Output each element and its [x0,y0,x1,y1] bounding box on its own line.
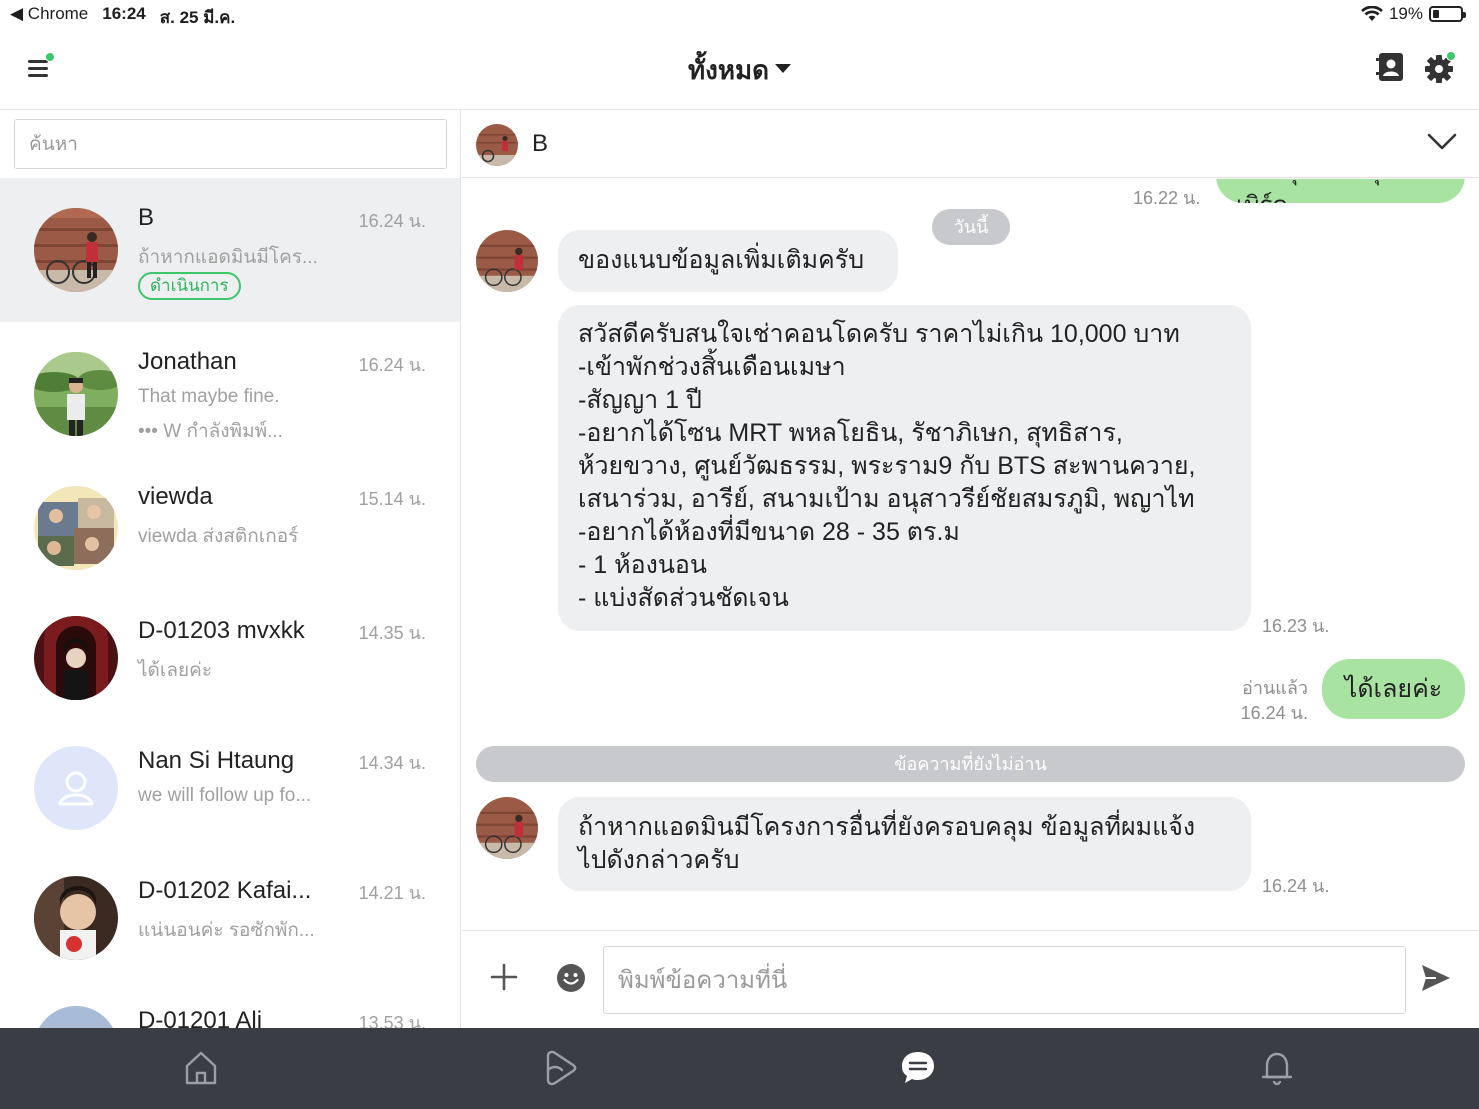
chat-time: 15.14 น. [358,489,426,509]
message-line: -อยากได้ห้องที่มีขนาด 28 - 35 ตร.ม [578,518,960,546]
search-placeholder: ค้นหา [29,134,78,155]
date-separator: วันนี้ [932,209,1010,245]
chat-contact-name: B [532,130,549,157]
chat-preview: That maybe fine. [138,386,280,407]
sender-avatar[interactable] [476,797,538,859]
chat-name: Jonathan [138,348,237,375]
wifi-icon [1360,6,1383,21]
chat-preview: we will follow up fo... [138,785,312,806]
message-line: -อยากได้โซน MRT พหลโยธิน, รัชาภิเษก, สุท… [578,419,1123,447]
message-input[interactable]: พิมพ์ข้อความที่นี่ [603,946,1406,1014]
status-date: ส. 25 มี.ค. [159,8,236,27]
chat-name: viewda [138,483,213,510]
filter-dropdown[interactable]: ทั้งหมด [0,50,1479,91]
chat-preview: viewda ส่งสติกเกอร์ [138,526,299,547]
send-icon[interactable] [1420,963,1452,993]
message-bubble-incoming[interactable]: ของแนบข้อมูลเพิ่มเติมครับ [558,230,898,292]
message-bubble-outgoing[interactable]: ขอบคุณครับคุณเบิร์ด [1216,179,1465,203]
contacts-icon[interactable] [1376,52,1404,82]
search-input[interactable]: ค้นหา [14,119,447,169]
caret-down-icon [775,63,791,73]
chat-time: 16.24 น. [358,355,426,375]
chat-list-item-d01201[interactable]: D-01201 Ali 13.53 น. [0,986,460,1028]
avatar [34,208,118,292]
chat-name: B [138,204,155,231]
chat-pane: B ขอบคุณครับคุณเบิร์ด 16.22 น. วันนี้ [462,110,1479,1028]
avatar [34,352,118,436]
sender-avatar[interactable] [476,230,538,292]
message-line: - 1 ห้องนอน [578,551,708,579]
message-time: 16.23 น. [1262,616,1330,636]
avatar [34,876,118,960]
app-header: ทั้งหมด [0,30,1479,110]
plus-icon[interactable] [490,963,518,991]
chat-name: D-01202 Kafai... [138,877,312,904]
chat-header: B [462,110,1479,178]
message-line: ห้วยขวาง, ศูนย์วัฒธรรม, พระราม9 กับ BTS … [578,452,1196,480]
chat-time: 14.35 น. [358,623,426,643]
chats-icon[interactable] [898,1048,938,1088]
chat-name: Nan Si Htaung [138,747,295,774]
message-line: สวัสดีครับสนใจเช่าคอนโดครับ ราคาไม่เกิน … [578,320,1180,348]
chat-time: 14.21 น. [358,883,426,903]
message-line: -สัญญา 1 ปี [578,386,702,414]
chat-time: 14.34 น. [358,753,426,773]
battery-percent: 19% [1388,4,1423,23]
message-text: ของแนบข้อมูลเพิ่มเติมครับ [578,246,865,274]
chevron-down-icon[interactable] [1427,132,1457,152]
chat-list-item-viewda[interactable]: viewda viewda ส่งสติกเกอร์ 15.14 น. [0,466,460,596]
chat-time: 13.53 น. [358,1013,426,1028]
message-time: 16.24 น. [1262,876,1330,896]
chat-list-item-b[interactable]: B ถ้าหากแอดมินมีโคร... 16.24 น. ดำเนินกา… [0,178,460,322]
message-line: ไปดังกล่าวครับ [578,846,740,874]
message-bubble-incoming[interactable]: ถ้าหากแอดมินมีโครงการอื่นที่ยังครอบคลุม … [558,797,1251,891]
home-icon[interactable] [181,1048,221,1088]
message-time: 16.24 น. [1240,703,1308,723]
message-bubble-outgoing[interactable]: ได้เลยค่ะ [1322,659,1465,719]
settings-gear-icon[interactable] [1424,52,1456,84]
bottom-tab-bar [0,1028,1479,1109]
chat-time: 16.24 น. [358,211,426,231]
default-avatar-icon [34,746,118,830]
message-line: - แบ่งสัดส่วนชัดเจน [578,584,789,612]
status-badge: ดำเนินการ [138,272,241,300]
chat-list-panel: ค้นหา B ถ้าหากแอดมินมีโคร... 16.24 น. ดำ… [0,110,461,1028]
message-text: ขอบคุณครับคุณเบิร์ด [1236,179,1403,203]
back-to-app[interactable]: ◀ Chrome [10,4,88,31]
message-bubble-incoming[interactable]: สวัสดีครับสนใจเช่าคอนโดครับ ราคาไม่เกิน … [558,305,1251,631]
message-text: ได้เลยค่ะ [1344,675,1443,703]
battery-icon [1429,6,1466,22]
avatar [34,1006,118,1028]
chat-list-item-d01202[interactable]: D-01202 Kafai... แน่นอนค่ะ รอซักพัก... 1… [0,856,460,986]
filter-label: ทั้งหมด [688,55,769,85]
unread-messages-divider: ข้อความที่ยังไม่อ่าน [476,746,1465,782]
message-list[interactable]: ขอบคุณครับคุณเบิร์ด 16.22 น. วันนี้ ของแ… [462,179,1479,929]
message-line: ถ้าหากแอดมินมีโครงการอื่นที่ยังครอบคลุม … [578,813,1196,841]
chat-preview: แน่นอนค่ะ รอซักพัก... [138,920,315,941]
chat-list-item-d01203[interactable]: D-01203 mvxkk ได้เลยค่ะ 14.35 น. [0,596,460,726]
typing-indicator: ••• W กำลังพิมพ์... [138,421,283,442]
chat-name: D-01203 mvxkk [138,617,305,644]
status-bar: ◀ Chrome 16:24 ส. 25 มี.ค. 19% [0,0,1479,30]
avatar [34,616,118,700]
status-time: 16:24 [102,4,146,23]
chat-list-item-nan-si-htaung[interactable]: Nan Si Htaung we will follow up fo... 14… [0,726,460,856]
message-line: -เข้าพักช่วงสิ้นเดือนเมษา [578,353,846,381]
voom-icon[interactable] [540,1048,580,1088]
chat-preview: ถ้าหากแอดมินมีโคร... [138,247,318,268]
message-line: เสนาร่วม, อารีย์, สนามเป้าม อนุสาวรีย์ชั… [578,485,1195,513]
message-composer: พิมพ์ข้อความที่นี่ [462,930,1479,1028]
chat-list-item-jonathan[interactable]: Jonathan That maybe fine. ••• W กำลังพิม… [0,322,460,466]
message-time: 16.22 น. [1133,188,1201,208]
message-input-placeholder: พิมพ์ข้อความที่นี่ [618,967,788,994]
chat-name: D-01201 Ali [138,1007,263,1028]
emoji-icon[interactable] [556,963,586,993]
chat-header-avatar[interactable] [476,124,518,166]
notifications-icon[interactable] [1257,1048,1297,1088]
avatar [34,486,118,570]
chat-preview: ได้เลยค่ะ [138,660,213,681]
